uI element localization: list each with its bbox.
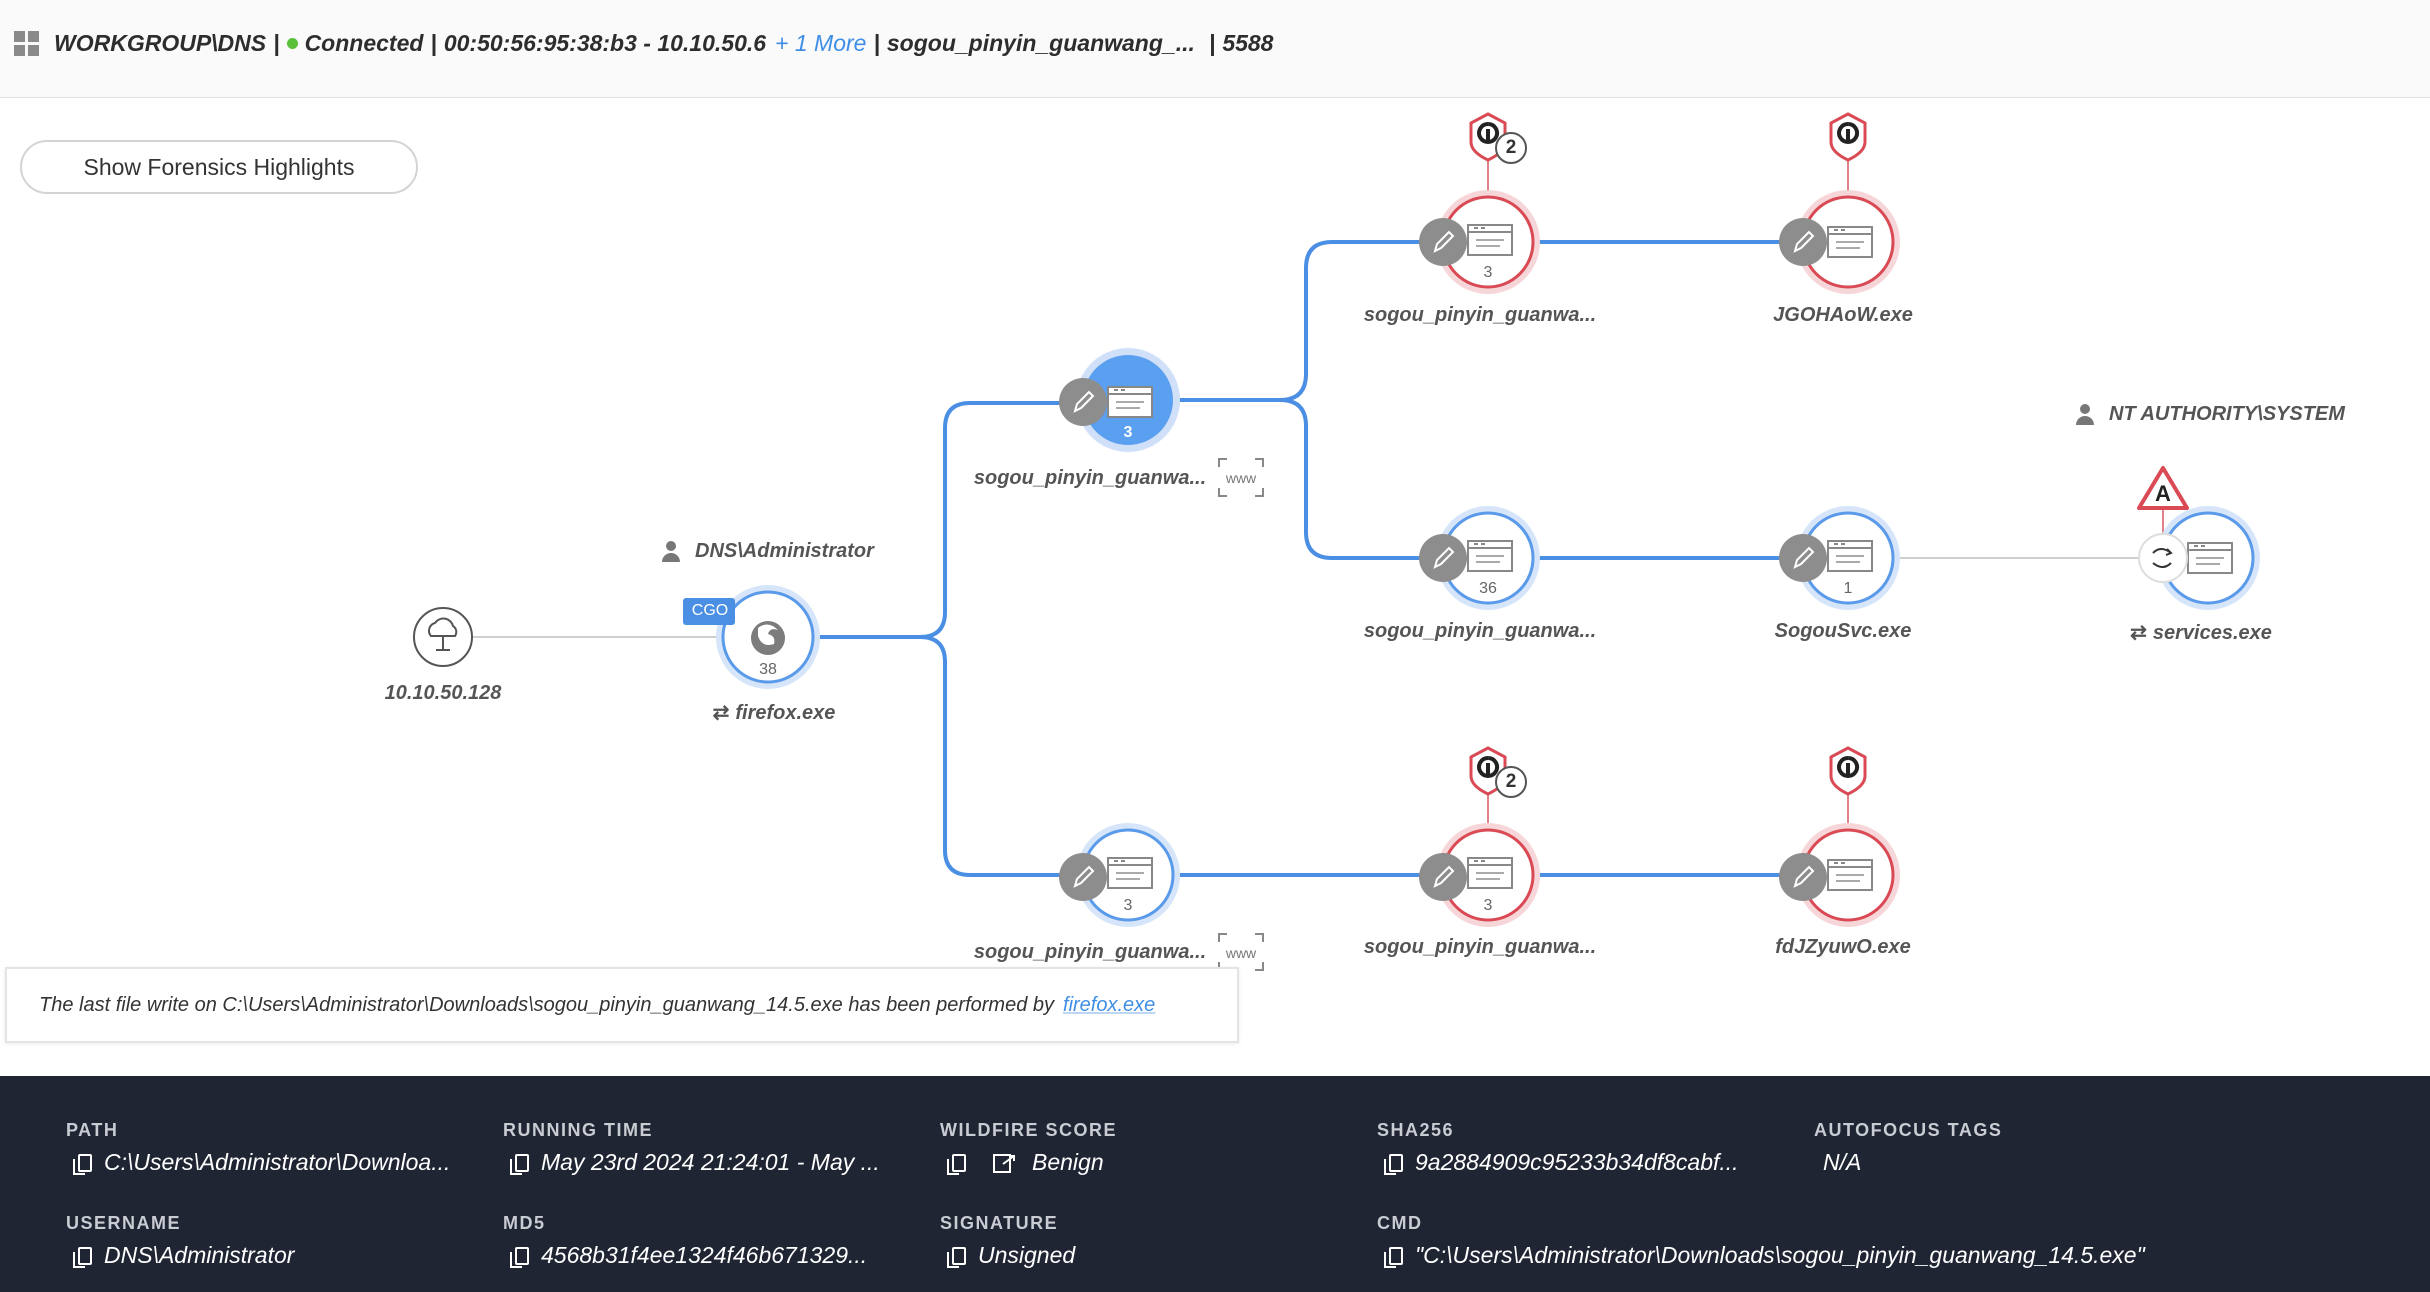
fdjzyuwo-label: fdJZyuwO.exe xyxy=(1775,936,1911,958)
graph-edges xyxy=(470,160,2164,877)
file-write-icon xyxy=(1418,852,1468,902)
copy-icon[interactable] xyxy=(1384,1246,1403,1268)
sogou-top-count: 3 xyxy=(1483,264,1493,281)
jgohaow-label: JGOHAoW.exe xyxy=(1773,304,1913,326)
alert-shield-icon[interactable] xyxy=(1829,112,1867,162)
sogou-bot-label: sogou_pinyin_guanwa... xyxy=(973,941,1207,963)
md5-field: MD5 4568b31f4ee1324f46b671329... xyxy=(503,1213,868,1268)
copy-icon[interactable] xyxy=(510,1246,529,1268)
jgohaow-process-node[interactable] xyxy=(1778,190,1900,294)
ip-node[interactable] xyxy=(413,607,473,667)
edge-firefox-sogou-bot xyxy=(815,635,1080,877)
window-process-icon xyxy=(1467,857,1513,889)
causality-graph xyxy=(413,112,2260,971)
sogousvc-process-node[interactable] xyxy=(1778,506,1900,610)
sogou-mid-label: sogou_pinyin_guanwa... xyxy=(973,467,1207,489)
copy-icon[interactable] xyxy=(73,1153,92,1175)
cmd-field: CMD "C:\Users\Administrator\Downloads\so… xyxy=(1377,1213,2145,1268)
file-write-icon xyxy=(1778,533,1828,583)
details-footer: PATH C:\Users\Administrator\Downloa... R… xyxy=(0,1076,2430,1292)
path-field: PATH C:\Users\Administrator\Downloa... xyxy=(66,1120,451,1175)
sogou-top-label: sogou_pinyin_guanwa... xyxy=(1363,304,1597,326)
autofocus-tags-field: AUTOFOCUS TAGS N/A xyxy=(1814,1120,2003,1175)
window-process-icon xyxy=(1827,226,1873,258)
copy-icon[interactable] xyxy=(947,1153,966,1175)
window-process-icon xyxy=(1467,224,1513,256)
copy-icon[interactable] xyxy=(1384,1153,1403,1175)
sogou-mid2-count: 36 xyxy=(1479,580,1497,597)
edge-firefox-sogou-mid xyxy=(815,401,1080,639)
window-process-icon xyxy=(1107,857,1153,889)
user-icon xyxy=(2076,403,2094,426)
info-process-link[interactable]: firefox.exe xyxy=(1063,994,1155,1017)
file-write-icon xyxy=(1058,377,1108,427)
window-process-icon xyxy=(1827,859,1873,891)
signature-field: SIGNATURE Unsigned xyxy=(940,1213,1076,1268)
www-label: www xyxy=(1225,945,1257,961)
sogou-bot2-count: 3 xyxy=(1483,897,1493,914)
cgo-badge-label: CGO xyxy=(691,602,729,619)
sogou-mid-count: 3 xyxy=(1123,424,1133,441)
www-label: www xyxy=(1225,470,1257,486)
window-process-icon xyxy=(1107,386,1153,418)
file-write-icon xyxy=(1778,852,1828,902)
services-process-node[interactable] xyxy=(2138,506,2260,610)
file-write-icon xyxy=(1778,217,1828,267)
restart-icon: ⇄ xyxy=(2130,622,2147,644)
firefox-count: 38 xyxy=(759,661,777,678)
sogousvc-label: SogouSvc.exe xyxy=(1774,620,1912,642)
file-write-icon xyxy=(1418,217,1468,267)
copy-icon[interactable] xyxy=(510,1153,529,1175)
user-icon xyxy=(662,540,680,563)
sogou-process-node[interactable] xyxy=(1058,823,1180,927)
sogou-process-node-active[interactable] xyxy=(1058,348,1180,452)
sogou-process-node-alert[interactable] xyxy=(1418,190,1540,294)
window-process-icon xyxy=(1467,540,1513,572)
fdjzyuwo-process-node[interactable] xyxy=(1778,823,1900,927)
edge-sogou-mid-mid2 xyxy=(1178,398,1440,560)
services-label: ⇄ services.exe xyxy=(2130,622,2272,644)
window-process-icon xyxy=(1827,540,1873,572)
sogou-mid2-label: sogou_pinyin_guanwa... xyxy=(1363,620,1597,642)
forensics-info-bar: The last file write on C:\Users\Administ… xyxy=(5,967,1239,1043)
sogou-top-alert-count: 2 xyxy=(1505,137,1517,158)
window-process-icon xyxy=(2187,542,2233,574)
sogou-bot-count: 3 xyxy=(1123,897,1133,914)
file-write-icon xyxy=(1418,533,1468,583)
behavior-alert-letter: A xyxy=(2155,481,2171,506)
username-field: USERNAME DNS\Administrator xyxy=(66,1213,295,1268)
report-icon[interactable] xyxy=(992,1152,1020,1174)
alert-shield-icon[interactable] xyxy=(1829,746,1867,796)
user-dns-administrator: DNS\Administrator xyxy=(662,540,874,563)
running-time-field: RUNNING TIME May 23rd 2024 21:24:01 - Ma… xyxy=(503,1120,880,1175)
copy-icon[interactable] xyxy=(947,1246,966,1268)
sogou-bot2-alert-count: 2 xyxy=(1505,771,1517,792)
file-write-icon xyxy=(1058,852,1108,902)
ip-node-label: 10.10.50.128 xyxy=(384,682,502,704)
user-nt-authority-system: NT AUTHORITY\SYSTEM xyxy=(2076,403,2345,426)
info-text: The last file write on C:\Users\Administ… xyxy=(39,993,1055,1016)
restart-icon: ⇄ xyxy=(712,702,730,724)
sogou-process-node-alert[interactable] xyxy=(1418,823,1540,927)
sogou-bot2-label: sogou_pinyin_guanwa... xyxy=(1363,936,1597,958)
firefox-label: ⇄ firefox.exe xyxy=(712,702,836,724)
wildfire-score-field: WILDFIRE SCORE Benign xyxy=(940,1120,1117,1175)
copy-icon[interactable] xyxy=(73,1246,92,1268)
sha256-field: SHA256 9a2884909c95233b34df8cabf... xyxy=(1377,1120,1739,1175)
sogousvc-count: 1 xyxy=(1843,580,1853,597)
